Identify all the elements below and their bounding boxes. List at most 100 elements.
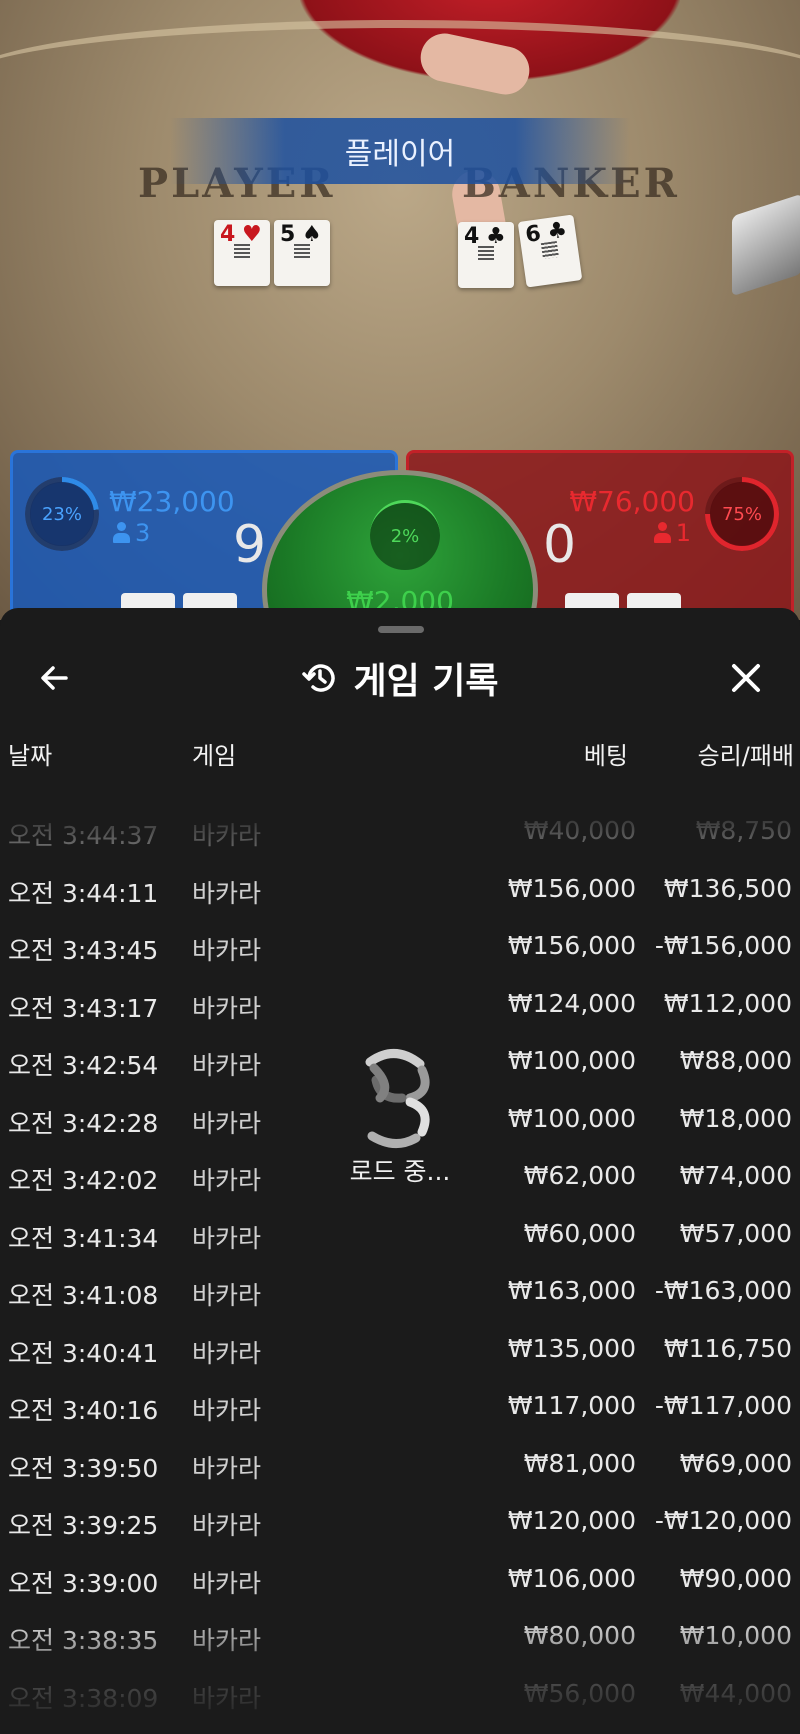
row-time: 오전 3:41:08 [8, 1281, 159, 1310]
banker-card-2: 6 ♣ [517, 214, 583, 288]
row-game: 바카라 [192, 878, 262, 908]
close-button[interactable] [716, 648, 776, 708]
banker-percent: 75% [710, 482, 774, 546]
close-icon [732, 664, 760, 692]
person-icon [653, 522, 671, 544]
row-time: 오전 3:39:00 [8, 1568, 159, 1598]
history-row[interactable]: 오전 3:39:25 바카라 ₩120,000 -₩120,000 [0, 1494, 800, 1552]
row-bet: ₩124,000 [507, 988, 636, 1018]
row-game: 바카라 [192, 936, 262, 965]
row-time: 오전 3:39:25 [8, 1511, 159, 1540]
row-bet: ₩40,000 [523, 816, 636, 845]
banker-score: 0 [543, 515, 577, 575]
row-game: 바카라 [192, 821, 262, 850]
sheet-header: 게임 기록 [0, 648, 800, 708]
column-header-date: 날짜 [8, 742, 53, 770]
row-game: 바카라 [192, 1453, 262, 1483]
row-result: ₩90,000 [679, 1563, 792, 1593]
row-game: 바카라 [192, 1396, 262, 1425]
history-row[interactable]: 오전 3:40:41 바카라 ₩135,000 ₩116,750 [0, 1322, 800, 1380]
player-card-1: 4 ♥ [214, 220, 270, 286]
row-time: 오전 3:39:50 [8, 1453, 159, 1483]
player-score: 9 [233, 515, 267, 575]
row-game: 바카라 [192, 1338, 262, 1368]
loading-spinner-icon [365, 1049, 430, 1148]
column-header-bet: 베팅 [583, 742, 628, 770]
loading-indicator: 로드 중... [340, 1040, 460, 1190]
row-time: 오전 3:42:28 [8, 1108, 159, 1138]
history-row[interactable]: 오전 3:44:11 바카라 ₩156,000 ₩136,500 [0, 862, 800, 920]
row-result: ₩112,000 [663, 988, 792, 1018]
loading-text: 로드 중... [349, 1157, 451, 1186]
row-time: 오전 3:43:45 [8, 936, 159, 965]
row-game: 바카라 [192, 1626, 262, 1655]
row-result: ₩136,500 [663, 873, 792, 903]
row-bet: ₩100,000 [507, 1046, 636, 1075]
history-row[interactable]: 오전 3:39:50 바카라 ₩81,000 ₩69,000 [0, 1437, 800, 1495]
row-result: ₩10,000 [679, 1621, 792, 1650]
tie-percent: 2% [370, 500, 440, 570]
row-result: ₩88,000 [679, 1046, 792, 1075]
result-banner: 플레이어 [170, 118, 630, 184]
row-bet: ₩106,000 [507, 1563, 636, 1593]
history-row[interactable]: 오전 3:38:35 바카라 ₩80,000 ₩10,000 [0, 1609, 800, 1667]
row-bet: ₩156,000 [507, 931, 636, 960]
row-bet: ₩80,000 [523, 1621, 636, 1650]
row-bet: ₩56,000 [523, 1678, 636, 1708]
history-row[interactable]: 오전 3:44:37 바카라 ₩40,000 ₩8,750 [0, 804, 800, 862]
history-row[interactable]: 오전 3:40:16 바카라 ₩117,000 -₩117,000 [0, 1379, 800, 1437]
row-game: 바카라 [192, 1281, 262, 1310]
player-pot: ₩23,000 [109, 485, 235, 518]
row-bet: ₩163,000 [507, 1276, 636, 1305]
row-game: 바카라 [192, 993, 262, 1023]
row-bet: ₩81,000 [523, 1448, 636, 1478]
row-result: ₩44,000 [679, 1678, 792, 1708]
history-row[interactable]: 오전 3:43:45 바카라 ₩156,000 -₩156,000 [0, 919, 800, 977]
player-percent: 23% [30, 482, 94, 546]
banker-bettor-count: 1 [653, 519, 691, 547]
history-row[interactable]: 오전 3:38:09 바카라 ₩56,000 ₩44,000 [0, 1667, 800, 1725]
row-time: 오전 3:40:16 [8, 1396, 159, 1425]
row-game: 바카라 [192, 1166, 262, 1195]
game-history-sheet: 게임 기록 날짜 게임 베팅 승리/패배 오전 3:44:37 바카라 ₩40,00… [0, 608, 800, 1734]
player-bettor-count-value: 3 [135, 519, 151, 547]
sheet-title: 게임 기록 [353, 661, 499, 702]
history-row[interactable]: 오전 3:43:17 바카라 ₩124,000 ₩112,000 [0, 977, 800, 1035]
drag-handle[interactable] [378, 626, 424, 633]
row-game: 바카라 [192, 1051, 262, 1080]
column-header-game: 게임 [192, 742, 237, 770]
history-list[interactable]: 오전 3:44:37 바카라 ₩40,000 ₩8,750 오전 3:44:11 바카라 ₩… [0, 804, 800, 1734]
row-game: 바카라 [192, 1683, 262, 1713]
row-bet: ₩62,000 [523, 1161, 636, 1190]
person-icon [113, 522, 130, 544]
row-bet: ₩135,000 [507, 1333, 636, 1363]
history-row[interactable]: 오전 3:41:08 바카라 ₩163,000 -₩163,000 [0, 1264, 800, 1322]
row-time: 오전 3:41:34 [8, 1223, 159, 1253]
banker-pot: ₩76,000 [569, 485, 695, 518]
row-time: 오전 3:40:41 [8, 1338, 159, 1368]
row-result: -₩120,000 [654, 1506, 792, 1535]
row-time: 오전 3:42:02 [8, 1166, 159, 1195]
row-result: -₩117,000 [654, 1391, 792, 1420]
banker-bettor-count-value: 1 [675, 519, 691, 547]
row-bet: ₩156,000 [507, 873, 636, 903]
row-game: 바카라 [192, 1568, 262, 1598]
row-result: ₩8,750 [695, 816, 792, 845]
history-row[interactable]: 오전 3:41:34 바카라 ₩60,000 ₩57,000 [0, 1207, 800, 1265]
row-bet: ₩60,000 [523, 1218, 636, 1248]
history-row[interactable]: 오전 3:39:00 바카라 ₩106,000 ₩90,000 [0, 1552, 800, 1610]
row-game: 바카라 [192, 1223, 262, 1253]
row-time: 오전 3:42:54 [8, 1051, 159, 1080]
row-result: ₩57,000 [679, 1218, 792, 1248]
row-result: -₩163,000 [654, 1276, 792, 1305]
live-game-video: PLAYER BANKER 4 ♥ 5 ♠ 4 ♣ 6 ♣ 플레이어 23% ₩… [0, 0, 800, 620]
row-game: 바카라 [192, 1511, 262, 1540]
row-time: 오전 3:44:11 [8, 878, 159, 908]
row-result: ₩116,750 [663, 1333, 792, 1363]
column-header-result: 승리/패배 [697, 742, 794, 770]
row-result: ₩18,000 [679, 1103, 792, 1133]
row-game: 바카라 [192, 1108, 262, 1138]
banker-card-1: 4 ♣ [458, 222, 514, 288]
card-shoe [732, 193, 800, 297]
row-bet: ₩100,000 [507, 1103, 636, 1133]
